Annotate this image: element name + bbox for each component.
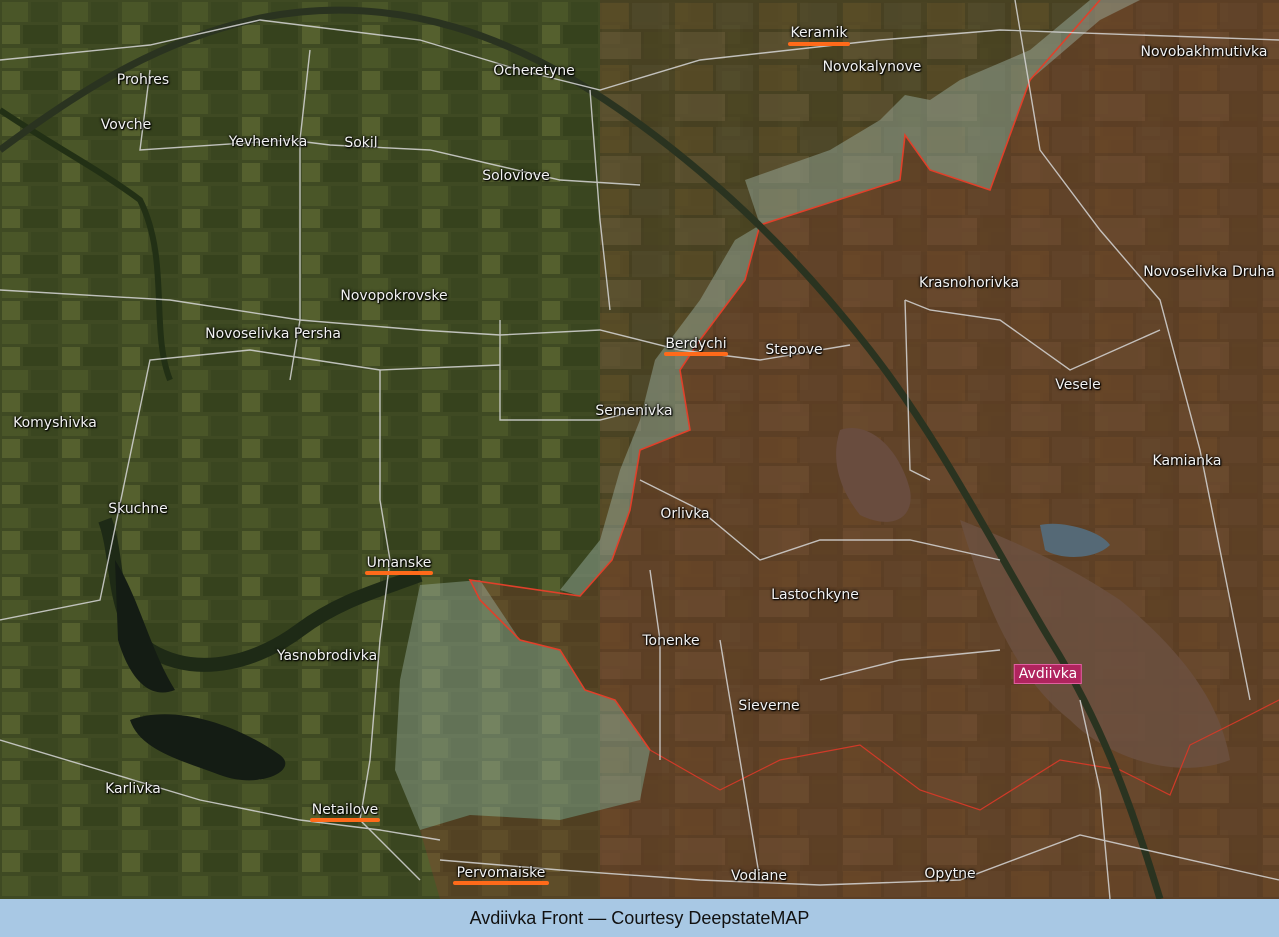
place-yevhenivka[interactable]: Yevhenivka (229, 134, 308, 150)
place-keramik[interactable]: Keramik (790, 25, 847, 41)
place-novobakhmutivka[interactable]: Novobakhmutivka (1141, 44, 1268, 60)
place-stepove[interactable]: Stepove (765, 342, 822, 358)
place-vesele[interactable]: Vesele (1055, 377, 1101, 393)
place-pervomaiske[interactable]: Pervomaiske (457, 865, 546, 881)
place-novopokrovske[interactable]: Novopokrovske (340, 288, 447, 304)
highlight-berdychi (664, 352, 728, 356)
place-berdychi[interactable]: Berdychi (665, 336, 726, 352)
place-umanske[interactable]: Umanske (367, 555, 432, 571)
place-krasnohorivka[interactable]: Krasnohorivka (919, 275, 1019, 291)
place-soloviove[interactable]: Soloviove (482, 168, 550, 184)
place-vodiane[interactable]: Vodiane (731, 868, 787, 884)
place-orlivka[interactable]: Orlivka (660, 506, 709, 522)
place-sokil[interactable]: Sokil (344, 135, 377, 151)
place-prohres[interactable]: Prohres (117, 72, 169, 88)
place-yasnobrodivka[interactable]: Yasnobrodivka (277, 648, 377, 664)
place-lastochkyne[interactable]: Lastochkyne (771, 587, 859, 603)
highlight-netailove (310, 818, 380, 822)
map-layers (0, 0, 1279, 899)
place-opytne[interactable]: Opytne (924, 866, 975, 882)
place-novokalynove[interactable]: Novokalynove (823, 59, 922, 75)
satellite-map[interactable]: Keramik Novobakhmutivka Prohres Ocherety… (0, 0, 1279, 899)
place-tonenke[interactable]: Tonenke (642, 633, 699, 649)
caption-bar: Avdiivka Front — Courtesy DeepstateMAP (0, 899, 1279, 937)
place-netailove[interactable]: Netailove (312, 802, 378, 818)
highlight-umanske (365, 571, 433, 575)
place-kamianka[interactable]: Kamianka (1153, 453, 1222, 469)
highlight-keramik (788, 42, 850, 46)
place-semenivka[interactable]: Semenivka (595, 403, 672, 419)
place-vovche[interactable]: Vovche (101, 117, 152, 133)
place-ocheretyne[interactable]: Ocheretyne (493, 63, 575, 79)
place-karlivka[interactable]: Karlivka (105, 781, 161, 797)
caption-text: Avdiivka Front — Courtesy DeepstateMAP (469, 907, 810, 928)
place-avdiivka[interactable]: Avdiivka (1013, 664, 1083, 684)
place-novoselivka-persha[interactable]: Novoselivka Persha (205, 326, 341, 342)
place-novoselivka-druha[interactable]: Novoselivka Druha (1143, 264, 1275, 280)
place-komyshivka[interactable]: Komyshivka (13, 415, 97, 431)
place-sieverne[interactable]: Sieverne (738, 698, 799, 714)
highlight-pervomaiske (453, 881, 549, 885)
place-skuchne[interactable]: Skuchne (108, 501, 168, 517)
